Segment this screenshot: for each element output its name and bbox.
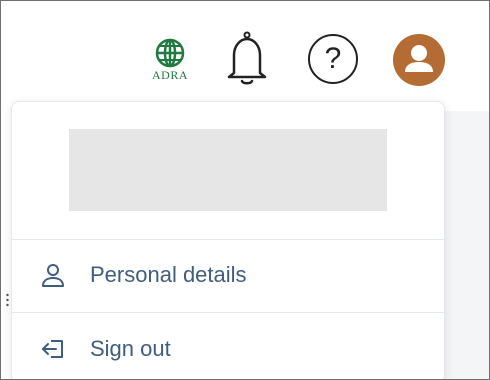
sign-out-label: Sign out xyxy=(90,336,171,361)
app-frame: ADRA ? Personal details Sign out xyxy=(0,0,490,380)
help-button[interactable]: ? xyxy=(308,34,358,84)
logo-text: ADRA xyxy=(151,68,188,82)
user-avatar-icon xyxy=(405,45,433,72)
sign-out-icon xyxy=(42,340,63,358)
menu-divider xyxy=(12,312,444,313)
sign-out-menu-item[interactable]: Sign out xyxy=(12,316,444,379)
bell-icon xyxy=(227,31,267,85)
profile-info-placeholder xyxy=(69,129,387,211)
person-icon xyxy=(42,264,64,287)
drag-handle-icon xyxy=(6,293,9,307)
menu-divider xyxy=(12,239,444,240)
user-avatar-button[interactable] xyxy=(393,34,445,86)
globe-icon xyxy=(155,38,185,68)
top-bar: ADRA ? xyxy=(1,1,489,111)
notifications-button[interactable] xyxy=(223,31,271,87)
page-background-panel xyxy=(441,111,489,379)
adra-logo[interactable]: ADRA xyxy=(148,38,192,84)
help-icon: ? xyxy=(308,34,358,84)
profile-dropdown-menu: Personal details Sign out xyxy=(11,101,445,379)
personal-details-label: Personal details xyxy=(90,262,247,287)
personal-details-menu-item[interactable]: Personal details xyxy=(12,242,444,306)
